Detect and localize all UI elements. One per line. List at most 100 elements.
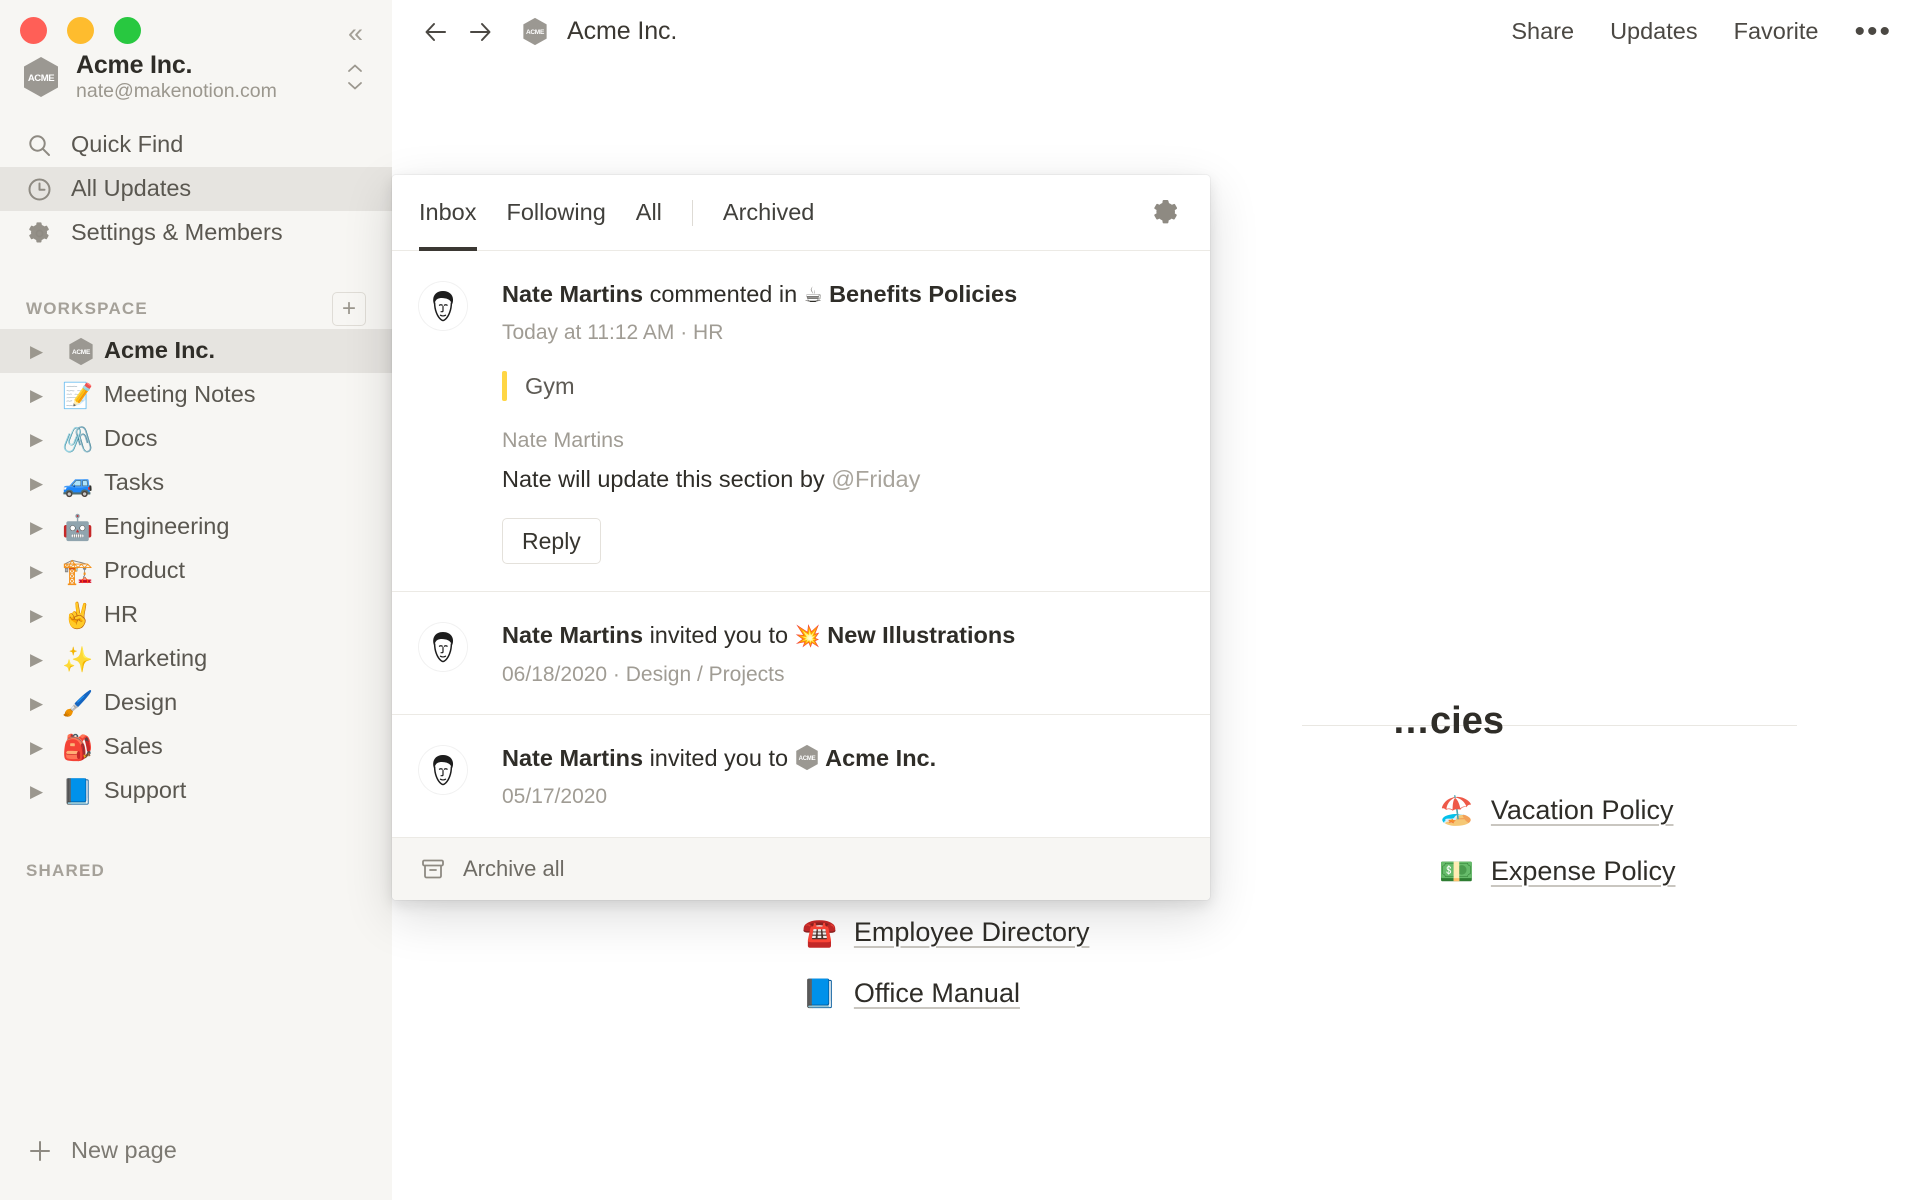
- page-emoji-icon: 💥: [794, 624, 821, 649]
- sidebar-nav: Quick Find All Updates Settings & Member…: [0, 123, 392, 255]
- breadcrumb[interactable]: ACME Acme Inc.: [516, 11, 677, 53]
- notification-item[interactable]: Nate Martins invited you to ACME Acme In…: [392, 715, 1210, 838]
- sidebar-page-support[interactable]: ▶ 📘 Support: [0, 769, 392, 813]
- updates-settings-gear-icon[interactable]: [1149, 196, 1183, 230]
- expand-triangle-icon[interactable]: ▶: [30, 607, 62, 624]
- archive-icon: [419, 855, 447, 883]
- page-emoji-icon: 🖇️: [62, 424, 94, 454]
- notification-headline: Nate Martins invited you to 💥 New Illust…: [502, 621, 1183, 650]
- acme-logo-icon: ACME: [62, 330, 104, 372]
- avatar: [419, 746, 467, 795]
- avatar: [419, 623, 467, 672]
- add-page-button[interactable]: +: [332, 292, 366, 326]
- expand-triangle-icon[interactable]: ▶: [30, 431, 62, 448]
- acme-logo-icon: ACME: [22, 56, 60, 98]
- sidebar-page-sales[interactable]: ▶ 🎒 Sales: [0, 725, 392, 769]
- sidebar-page-tasks[interactable]: ▶ 🚙 Tasks: [0, 461, 392, 505]
- sidebar-page-docs[interactable]: ▶ 🖇️ Docs: [0, 417, 392, 461]
- back-navigation-icon[interactable]: [414, 10, 458, 54]
- archive-all-button[interactable]: Archive all: [392, 837, 1210, 900]
- expand-triangle-icon[interactable]: ▶: [30, 651, 62, 668]
- expand-triangle-icon[interactable]: ▶: [30, 563, 62, 580]
- page-emoji-icon: 🏗️: [62, 556, 94, 586]
- expand-triangle-icon[interactable]: ▶: [30, 387, 62, 404]
- sidebar: « ACME Acme Inc. nate@makenotion.com Qui…: [0, 0, 392, 1200]
- sidebar-page-label: Tasks: [104, 469, 165, 496]
- more-options-icon[interactable]: •••: [1854, 16, 1892, 46]
- background-link-column: 🏖️ Vacation Policy 💵 Expense Policy: [1439, 795, 1675, 1009]
- top-bar-actions: Share Updates Favorite •••: [1511, 16, 1892, 46]
- chevron-updown-icon[interactable]: [340, 58, 370, 96]
- notification-page-link[interactable]: New Illustrations: [827, 622, 1015, 648]
- avatar: [419, 282, 467, 330]
- sidebar-page-acme-inc[interactable]: ▶ ACME Acme Inc.: [0, 329, 392, 373]
- background-page-link[interactable]: 🏖️ Vacation Policy: [1439, 795, 1675, 826]
- sidebar-item-quick-find[interactable]: Quick Find: [0, 123, 392, 167]
- notification-item[interactable]: Nate Martins invited you to 💥 New Illust…: [392, 592, 1210, 716]
- search-icon: [26, 132, 53, 159]
- sidebar-page-label: Docs: [104, 425, 158, 452]
- sidebar-page-design[interactable]: ▶ 🖌️ Design: [0, 681, 392, 725]
- expand-triangle-icon[interactable]: ▶: [30, 343, 62, 360]
- background-page-link[interactable]: 📘 Office Manual: [802, 978, 1129, 1009]
- sidebar-page-product[interactable]: ▶ 🏗️ Product: [0, 549, 392, 593]
- workspace-section-header: WORKSPACE +: [0, 289, 392, 329]
- archive-all-label: Archive all: [463, 855, 565, 881]
- workspace-email: nate@makenotion.com: [76, 80, 277, 103]
- zoom-window-button[interactable]: [114, 17, 141, 44]
- sidebar-page-label: Meeting Notes: [104, 381, 256, 408]
- svg-text:ACME: ACME: [28, 73, 54, 84]
- shared-section-title: SHARED: [26, 861, 105, 880]
- expand-triangle-icon[interactable]: ▶: [30, 519, 62, 536]
- sidebar-page-meeting-notes[interactable]: ▶ 📝 Meeting Notes: [0, 373, 392, 417]
- expand-triangle-icon[interactable]: ▶: [30, 475, 62, 492]
- svg-text:ACME: ACME: [526, 29, 545, 36]
- sidebar-page-marketing[interactable]: ▶ ✨ Marketing: [0, 637, 392, 681]
- sidebar-item-all-updates[interactable]: All Updates: [0, 167, 392, 211]
- background-page-link[interactable]: ☎️ Employee Directory: [802, 917, 1129, 948]
- divider: [1302, 725, 1797, 726]
- notification-actor: Nate Martins: [502, 281, 644, 307]
- minimize-window-button[interactable]: [67, 17, 94, 44]
- notification-page-link[interactable]: Acme Inc.: [825, 745, 936, 771]
- notification-item[interactable]: Nate Martins commented in ☕ Benefits Pol…: [392, 251, 1210, 593]
- forward-navigation-icon[interactable]: [458, 10, 502, 54]
- sidebar-page-hr[interactable]: ▶ ✌️ HR: [0, 593, 392, 637]
- comment-author: Nate Martins: [502, 428, 624, 453]
- acme-logo-icon: ACME: [516, 11, 554, 53]
- background-page-title: …cies: [1392, 700, 1504, 742]
- notification-page-link[interactable]: Benefits Policies: [829, 281, 1017, 307]
- sidebar-page-label: Sales: [104, 733, 163, 760]
- updates-button[interactable]: Updates: [1610, 18, 1698, 45]
- page-title: Acme Inc.: [567, 17, 678, 45]
- workspace-name: Acme Inc.: [76, 50, 193, 79]
- comment-mention[interactable]: @Friday: [831, 466, 920, 492]
- sidebar-item-settings-members[interactable]: Settings & Members: [0, 211, 392, 255]
- top-bar: ACME Acme Inc. Share Updates Favorite ••…: [392, 0, 1920, 63]
- expand-triangle-icon[interactable]: ▶: [30, 695, 62, 712]
- reply-button[interactable]: Reply: [502, 518, 601, 565]
- expand-triangle-icon[interactable]: ▶: [30, 739, 62, 756]
- workspace-page-list: ▶ ACME Acme Inc. ▶ 📝 Meeting Notes ▶ 🖇️ …: [0, 329, 392, 813]
- tab-all[interactable]: All: [636, 175, 662, 251]
- background-link-label: Expense Policy: [1490, 856, 1676, 886]
- notion-window: « ACME Acme Inc. nate@makenotion.com Qui…: [0, 0, 1920, 1200]
- new-page-label: New page: [71, 1137, 177, 1164]
- main-content: ACME Acme Inc. Share Updates Favorite ••…: [392, 0, 1920, 1200]
- new-page-button[interactable]: New page: [0, 1128, 392, 1174]
- share-button[interactable]: Share: [1511, 18, 1574, 45]
- tab-following[interactable]: Following: [507, 175, 606, 251]
- favorite-button[interactable]: Favorite: [1734, 18, 1819, 45]
- workspace-switcher[interactable]: ACME Acme Inc. nate@makenotion.com: [0, 45, 392, 109]
- background-link-label: Vacation Policy: [1490, 795, 1674, 825]
- notification-body: Nate Martins invited you to ACME Acme In…: [502, 744, 1183, 810]
- close-window-button[interactable]: [20, 17, 47, 44]
- expand-triangle-icon[interactable]: ▶: [30, 783, 62, 800]
- tab-inbox[interactable]: Inbox: [419, 175, 477, 251]
- sidebar-page-engineering[interactable]: ▶ 🤖 Engineering: [0, 505, 392, 549]
- sidebar-page-label: Marketing: [104, 645, 208, 672]
- page-emoji-icon: 🤖: [62, 512, 94, 542]
- background-page-link[interactable]: 💵 Expense Policy: [1439, 856, 1675, 887]
- tab-archived[interactable]: Archived: [723, 175, 814, 251]
- notification-action: commented in: [649, 281, 798, 307]
